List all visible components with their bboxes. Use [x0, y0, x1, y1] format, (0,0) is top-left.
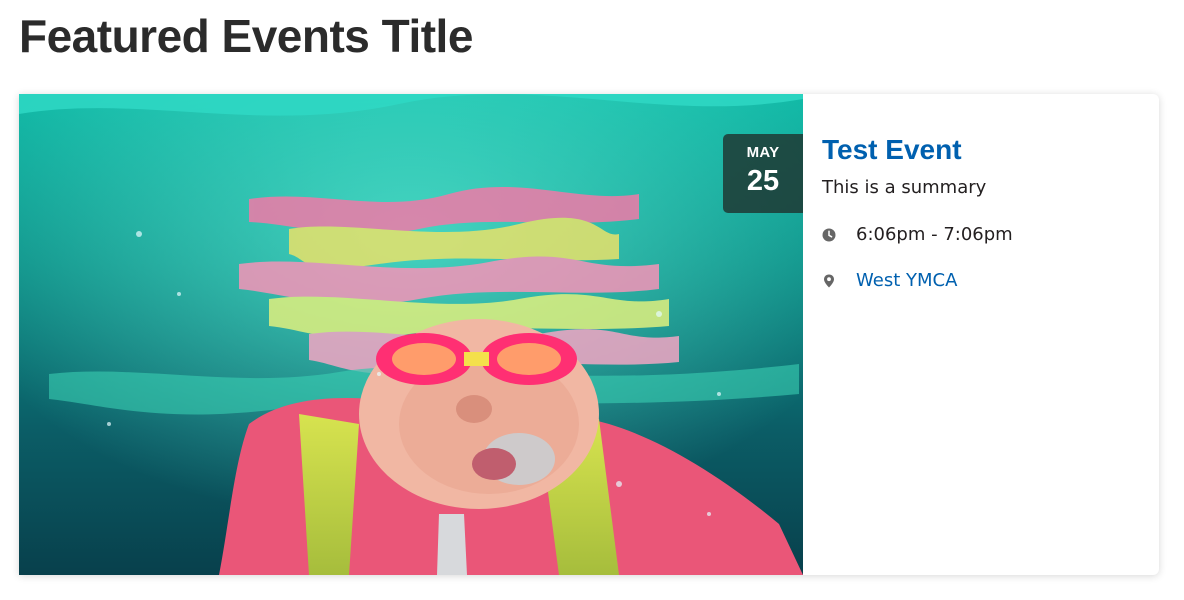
featured-events-section: Featured Events Title MAY 25 Test Event …: [0, 0, 1184, 600]
clock-icon: [822, 228, 836, 242]
map-pin-icon: [822, 274, 836, 288]
event-date-month: MAY: [746, 144, 780, 161]
event-details: Test Event This is a summary 6:06pm - 7:…: [803, 94, 1159, 575]
event-time-row: 6:06pm - 7:06pm: [822, 224, 1139, 246]
event-time: 6:06pm - 7:06pm: [856, 224, 1013, 245]
event-summary: This is a summary: [822, 177, 987, 198]
event-location-row: West YMCA: [822, 270, 1139, 292]
event-title-link[interactable]: Test Event: [822, 132, 962, 168]
event-location-link[interactable]: West YMCA: [856, 270, 957, 292]
event-image-link[interactable]: MAY 25: [19, 94, 803, 575]
event-date-badge: MAY 25: [723, 134, 803, 213]
event-image: [19, 94, 803, 575]
event-card: MAY 25 Test Event This is a summary 6:06…: [19, 94, 1159, 575]
section-title: Featured Events Title: [19, 10, 473, 62]
event-date-day: 25: [746, 165, 780, 197]
